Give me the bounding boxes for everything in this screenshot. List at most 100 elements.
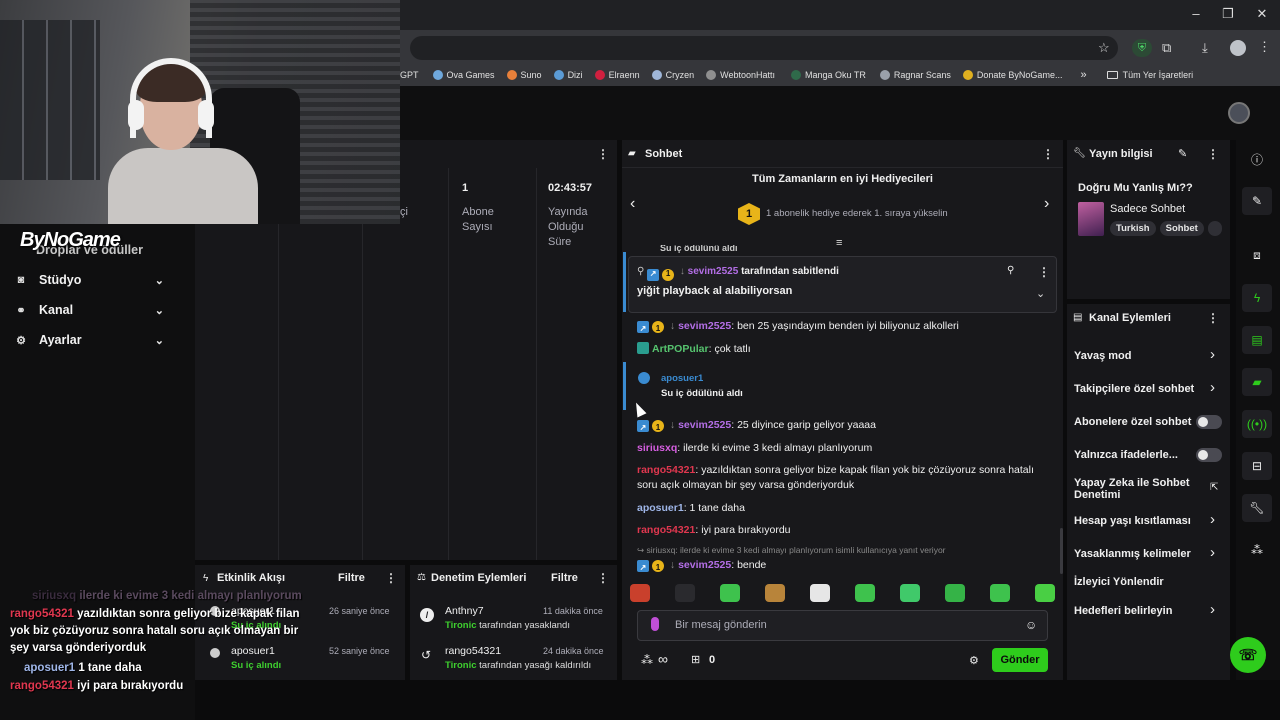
tag[interactable]: Sohbet [1159, 221, 1204, 236]
bookmark-item[interactable]: Manga Oku TR [790, 70, 866, 80]
bookmark-item[interactable]: Ragnar Scans [879, 70, 951, 80]
subscribers-only-toggle[interactable] [1196, 415, 1222, 429]
action-set-goals[interactable]: Hedefleri belirleyin [1074, 605, 1224, 617]
address-bar[interactable] [410, 36, 1118, 60]
bookmark-item[interactable]: Elraenn [594, 70, 640, 80]
category-thumbnail[interactable] [1078, 202, 1104, 236]
close-icon[interactable]: ✕ [1252, 6, 1272, 22]
clip-icon[interactable]: ⧈ [1242, 241, 1272, 269]
action-ai-moderation[interactable]: Yapay Zeka ile Sohbet Denetimi [1074, 477, 1194, 501]
chat-username[interactable]: siriusxq [637, 442, 677, 454]
activity-filter-button[interactable]: Filtre [338, 572, 365, 584]
bookmark-item[interactable]: WebtoonHattı [706, 70, 775, 80]
chat-icon[interactable]: ▰ [1242, 368, 1272, 396]
chat-username[interactable]: rango54321 [637, 524, 695, 536]
chat-username[interactable]: sevim2525 [678, 320, 731, 332]
sidebar-item-studio[interactable]: ◙ Stüdyo ⌄ [14, 270, 182, 290]
bookmark-star-icon[interactable]: ☆ [1098, 40, 1110, 56]
action-account-age[interactable]: Hesap yaşı kısıtlaması [1074, 515, 1224, 527]
chat-username[interactable]: sevim2525 [678, 559, 731, 571]
sidebar-item-channel[interactable]: ⚭ Kanal ⌄ [14, 300, 182, 320]
emote-icon[interactable] [765, 584, 785, 602]
emote-icon[interactable] [810, 584, 830, 602]
reward-user[interactable]: aposuer1 [661, 373, 703, 384]
shield-extension-icon[interactable]: ⛨ [1132, 39, 1152, 57]
moderated-user[interactable]: Anthny7 [445, 605, 484, 617]
emote-icon[interactable] [630, 584, 650, 602]
leaderboard-next-icon[interactable]: › [1044, 195, 1049, 213]
emote-only-toggle[interactable] [1196, 448, 1222, 462]
emote-icon[interactable] [990, 584, 1010, 602]
all-bookmarks-button[interactable]: Tüm Yer İşaretleri [1106, 70, 1193, 80]
user-avatar[interactable] [1228, 102, 1250, 124]
action-slow-mode[interactable]: Yavaş mod [1074, 350, 1224, 362]
pencil-icon[interactable]: ✎ [1242, 187, 1272, 215]
info-icon[interactable]: ⓘ [1242, 145, 1272, 173]
action-raid[interactable]: İzleyici Yönlendir [1074, 576, 1164, 588]
wrench-icon[interactable]: 🔧︎ [1242, 494, 1272, 522]
emoji-icon[interactable]: ☺ [1025, 618, 1037, 632]
browser-menu-icon[interactable]: ⋮ [1258, 39, 1271, 55]
action-followers-only[interactable]: Takipçilere özel sohbet [1074, 383, 1224, 395]
chat-menu-icon[interactable]: ⋮ [1042, 147, 1054, 161]
broadcast-icon[interactable]: ((•)) [1242, 410, 1272, 438]
download-icon[interactable]: ⤓ [1202, 40, 1208, 56]
chat-username[interactable]: rango54321 [637, 464, 695, 476]
moderated-user[interactable]: rango54321 [445, 645, 501, 657]
moderation-filter-button[interactable]: Filtre [551, 572, 578, 584]
tag[interactable]: Turkish [1110, 221, 1156, 236]
gift-icon[interactable]: ⊞ [691, 653, 700, 666]
moderation-menu-icon[interactable]: ⋮ [597, 571, 609, 585]
emote-icon[interactable] [945, 584, 965, 602]
chat-scrollbar[interactable] [1060, 528, 1063, 574]
chevron-right-icon[interactable]: › [1210, 379, 1215, 396]
microphone-icon[interactable] [651, 617, 659, 631]
external-link-icon[interactable]: ⇱ [1210, 482, 1218, 493]
bookmark-item[interactable]: Donate ByNoGame... [962, 70, 1062, 80]
emote-icon[interactable] [675, 584, 695, 602]
pinned-menu-icon[interactable]: ⋮ [1038, 265, 1050, 279]
bookmark-item[interactable]: Suno [506, 70, 542, 80]
bookmark-item[interactable]: Ova Games [432, 70, 495, 80]
lightning-icon[interactable]: ϟ [1242, 284, 1272, 312]
channel-points-icon[interactable]: ⁂ [1242, 536, 1272, 564]
chevron-down-icon[interactable]: ⌄ [1036, 287, 1045, 300]
maximize-icon[interactable]: ❐ [1218, 6, 1238, 22]
category-name[interactable]: Sadece Sohbet [1110, 203, 1185, 215]
chat-username[interactable]: ArtPOPular [652, 343, 709, 355]
sidebar-item-settings[interactable]: ⚙ Ayarlar ⌄ [14, 330, 182, 350]
unpin-icon[interactable]: ⚲ [1007, 265, 1014, 276]
leaderboard-prev-icon[interactable]: ‹ [630, 195, 635, 213]
activity-menu-icon[interactable]: ⋮ [385, 571, 397, 585]
emote-icon[interactable] [720, 584, 740, 602]
extensions-icon[interactable]: ⧉ [1162, 40, 1171, 56]
stream-info-menu-icon[interactable]: ⋮ [1207, 147, 1219, 161]
profile-avatar-icon[interactable] [1230, 40, 1246, 56]
send-button[interactable]: Gönder [992, 648, 1048, 672]
chevron-right-icon[interactable]: › [1210, 346, 1215, 363]
bookmark-item[interactable]: Dizi [553, 70, 583, 80]
chevron-right-icon[interactable]: › [1210, 544, 1215, 561]
emote-icon[interactable] [855, 584, 875, 602]
bookmark-item[interactable]: GPT [400, 70, 419, 80]
chat-username[interactable]: aposuer1 [637, 502, 684, 514]
chevron-right-icon[interactable]: › [1210, 511, 1215, 528]
bookmarks-overflow-button[interactable]: » [1080, 69, 1086, 81]
channel-actions-menu-icon[interactable]: ⋮ [1207, 311, 1219, 325]
channel-points-icon[interactable]: ⁂ [641, 653, 653, 667]
chat-username[interactable]: sevim2525 [688, 266, 739, 277]
action-banned-words[interactable]: Yasaklanmış kelimeler [1074, 548, 1224, 560]
emote-icon[interactable] [900, 584, 920, 602]
chat-settings-icon[interactable]: ⚙ [969, 654, 979, 667]
emote-icon[interactable] [1035, 584, 1055, 602]
edit-icon[interactable]: ✎ [1178, 147, 1187, 160]
help-button[interactable]: ☏ [1230, 637, 1266, 673]
tag[interactable] [1207, 221, 1223, 236]
minimize-icon[interactable]: – [1186, 6, 1206, 21]
chevron-right-icon[interactable]: › [1210, 601, 1215, 618]
bookmark-item[interactable]: Cryzen [651, 70, 694, 80]
notes-icon[interactable]: ▤ [1242, 326, 1272, 354]
stats-menu-icon[interactable]: ⋮ [597, 147, 609, 161]
collapse-icon[interactable]: ≡ [836, 237, 842, 249]
chat-username[interactable]: sevim2525 [678, 419, 731, 431]
